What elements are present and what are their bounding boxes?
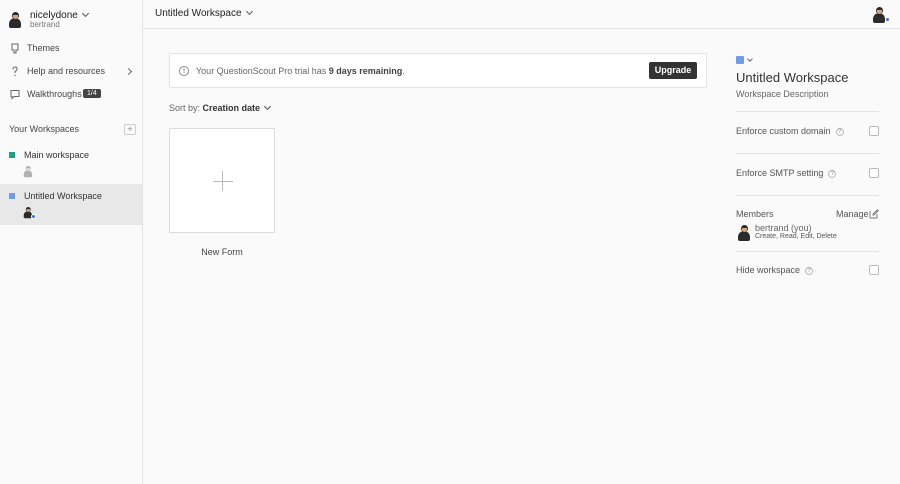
sidebar: nicelydone bertrand Themes Help and reso… (0, 0, 143, 484)
member-avatar (23, 166, 33, 178)
workspace-item-main[interactable]: Main workspace (0, 143, 142, 184)
workspace-name-field[interactable]: Untitled Workspace (736, 70, 848, 85)
user-avatar (8, 12, 22, 28)
chat-bubble-icon (10, 90, 20, 100)
manage-members-link[interactable]: Manage (836, 209, 869, 219)
hide-workspace-checkbox[interactable] (869, 265, 879, 275)
divider (736, 111, 879, 112)
user-menu[interactable]: nicelydone bertrand (8, 9, 138, 31)
workspace-label: Untitled Workspace (24, 191, 102, 201)
workspace-title: Untitled Workspace (155, 8, 242, 19)
new-form-label[interactable]: New Form (169, 247, 275, 257)
user-handle: bertrand (30, 20, 60, 29)
divider (736, 195, 879, 196)
enforce-domain-label: Enforce custom domain? (736, 126, 844, 137)
help-icon[interactable]: ? (805, 267, 814, 275)
workspace-label: Main workspace (24, 150, 90, 160)
edit-icon[interactable] (869, 209, 879, 219)
sort-control[interactable]: Sort by: Creation date (169, 102, 272, 113)
walkthrough-progress-badge: 1/4 (83, 89, 101, 98)
chevron-down-icon[interactable] (747, 56, 753, 62)
divider (736, 153, 879, 154)
themes-icon (11, 43, 19, 54)
trial-message-prefix: Your QuestionScout Pro trial has (196, 66, 327, 76)
nav-walkthroughs-label: Walkthroughs (27, 89, 82, 99)
workspace-item-untitled[interactable]: Untitled Workspace (0, 184, 142, 225)
workspace-color-swatch (9, 152, 15, 158)
new-form-card[interactable] (169, 128, 275, 233)
topbar: Untitled Workspace (143, 0, 900, 29)
chevron-down-icon (81, 9, 89, 18)
trial-message-suffix: . (402, 66, 405, 76)
plus-icon-vertical (222, 171, 223, 191)
workspace-color-swatch (9, 193, 15, 199)
help-question-icon (12, 66, 18, 76)
member-permissions: Create, Read, Edit, Delete (755, 233, 837, 240)
nav-walkthroughs[interactable]: Walkthroughs 1/4 (0, 86, 142, 104)
nav-themes[interactable]: Themes (0, 40, 142, 58)
workspaces-heading: Your Workspaces (9, 124, 80, 134)
upgrade-button[interactable]: Upgrade (649, 62, 697, 79)
enforce-smtp-text: Enforce SMTP setting (736, 168, 824, 178)
workspace-description-field[interactable]: Workspace Description (736, 89, 828, 99)
help-icon[interactable]: ? (835, 128, 844, 136)
hide-workspace-text: Hide workspace (736, 265, 801, 275)
nav-help-resources[interactable]: Help and resources (0, 63, 142, 81)
member-avatar (737, 225, 751, 241)
plus-icon (213, 181, 233, 182)
enforce-smtp-checkbox[interactable] (869, 168, 879, 178)
chevron-down-icon (245, 7, 253, 16)
online-status-dot (31, 214, 36, 219)
enforce-smtp-label: Enforce SMTP setting? (736, 168, 837, 179)
trial-banner: ! Your QuestionScout Pro trial has 9 day… (169, 53, 707, 88)
info-icon: ! (179, 66, 189, 76)
divider (736, 251, 879, 252)
enforce-domain-checkbox[interactable] (869, 126, 879, 136)
add-workspace-button[interactable]: + (124, 124, 136, 135)
nav-themes-label: Themes (27, 43, 60, 53)
members-heading: Members (736, 209, 774, 219)
nav-help-label: Help and resources (27, 66, 106, 76)
hide-workspace-label: Hide workspace? (736, 265, 814, 276)
trial-days-remaining: 9 days remaining (328, 66, 403, 76)
online-status-dot (885, 17, 890, 22)
enforce-domain-text: Enforce custom domain (736, 126, 831, 136)
profile-avatar[interactable] (872, 7, 886, 23)
help-icon[interactable]: ? (828, 170, 837, 178)
member-name: bertrand (you) (755, 223, 812, 233)
workspace-color-picker[interactable] (736, 56, 744, 64)
sort-value: Creation date (202, 103, 261, 113)
trial-message: Your QuestionScout Pro trial has 9 days … (196, 66, 405, 76)
sort-label: Sort by: (169, 103, 201, 113)
chevron-right-icon (124, 67, 133, 76)
chevron-down-icon (264, 102, 272, 111)
workspace-switcher[interactable]: Untitled Workspace (155, 7, 253, 19)
